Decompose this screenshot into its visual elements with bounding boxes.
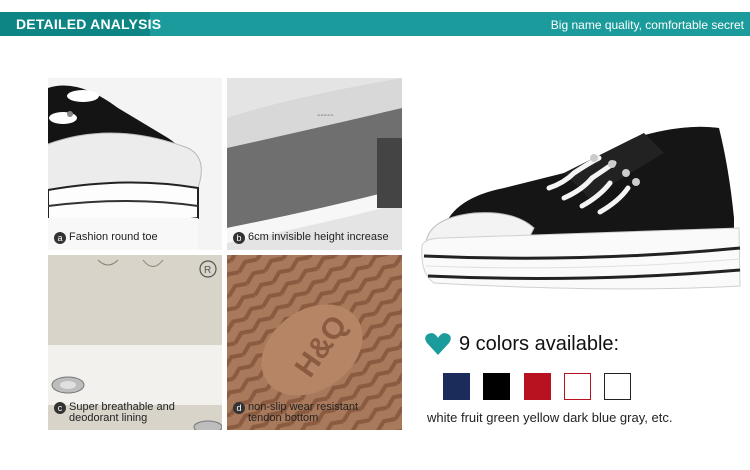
colors-heading: 9 colors available: bbox=[425, 332, 619, 356]
badge-a: a bbox=[54, 232, 66, 244]
colors-note: white fruit green yellow dark blue gray,… bbox=[427, 410, 673, 425]
heart-icon bbox=[425, 333, 451, 355]
caption-text-b: 6cm invisible height increase bbox=[248, 231, 389, 243]
header-slogan: Big name quality, comfortable secret bbox=[550, 18, 744, 32]
detail-caption-d: d non-slip wear resistant tendon bottom bbox=[233, 402, 358, 424]
detail-caption-b: b 6cm invisible height increase bbox=[233, 232, 389, 244]
swatch-dark-blue[interactable] bbox=[443, 373, 470, 400]
swatch-black[interactable] bbox=[483, 373, 510, 400]
swatch-white[interactable] bbox=[604, 373, 631, 400]
insole-illustration: ----- bbox=[227, 78, 402, 250]
detail-photo-toe: a Fashion round toe bbox=[48, 78, 222, 250]
detail-photo-insole: ----- b 6cm invisible height increase bbox=[227, 78, 402, 250]
detail-photo-lining: R c Super breathable and deodorant linin… bbox=[48, 255, 222, 430]
detail-caption-c: c Super breathable and deodorant lining bbox=[54, 402, 175, 424]
caption-text-d-line2: tendon bottom bbox=[248, 412, 319, 424]
caption-text-c-line2: deodorant lining bbox=[69, 412, 148, 424]
caption-text-a: Fashion round toe bbox=[69, 231, 158, 243]
sneaker-illustration bbox=[421, 126, 741, 290]
shoe-product-image bbox=[414, 78, 750, 323]
detail-photo-sole: H&Q d non-slip wear resistant tendon bot… bbox=[227, 255, 402, 430]
toe-illustration bbox=[48, 78, 222, 250]
header-title: DETAILED ANALYSIS bbox=[16, 16, 162, 32]
badge-c: c bbox=[54, 402, 66, 414]
svg-text:R: R bbox=[204, 265, 211, 276]
swatch-white-red-trim[interactable] bbox=[564, 373, 591, 400]
badge-b: b bbox=[233, 232, 245, 244]
colors-heading-text: 9 colors available: bbox=[459, 332, 620, 355]
header-bar: DETAILED ANALYSIS Big name quality, comf… bbox=[0, 12, 750, 36]
badge-d: d bbox=[233, 402, 245, 414]
detail-caption-a: a Fashion round toe bbox=[54, 232, 158, 244]
svg-text:-----: ----- bbox=[317, 110, 334, 121]
swatch-red[interactable] bbox=[524, 373, 551, 400]
